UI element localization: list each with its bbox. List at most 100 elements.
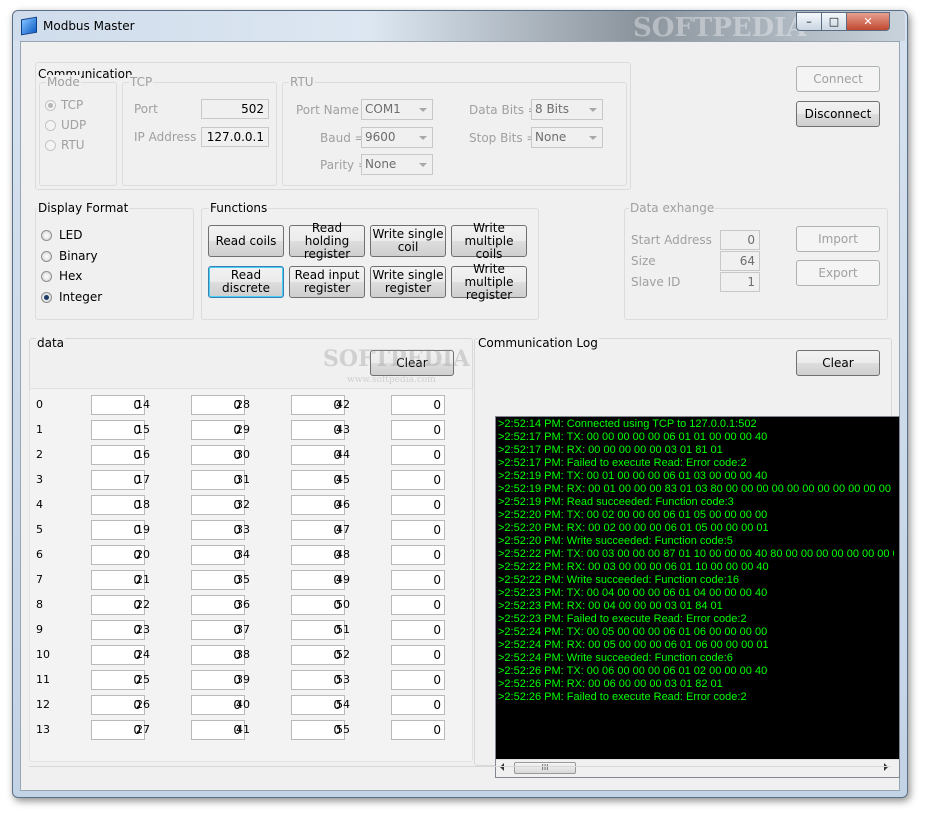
ip-address-field[interactable]: 127.0.0.1 [201, 127, 269, 147]
write-single-register-button[interactable]: Write single register [370, 266, 446, 298]
app-icon [21, 16, 37, 36]
minimize-button[interactable]: – [796, 12, 822, 31]
log-line: >2:52:24 PM: Write succeeded: Function c… [498, 652, 733, 664]
register-value-field[interactable]: 0 [391, 645, 445, 665]
register-value-field[interactable]: 0 [391, 445, 445, 465]
register-label: 23 [136, 623, 150, 636]
stop-bits-label: Stop Bits = [469, 131, 537, 145]
register-label: 32 [236, 498, 250, 511]
log-line: >2:52:23 PM: TX: 00 04 00 00 00 06 01 04… [498, 587, 768, 599]
read-holding-register-button[interactable]: Read holding register [289, 221, 365, 260]
log-line: >2:52:19 PM: TX: 00 01 00 00 00 06 01 03… [498, 470, 768, 482]
read-discrete-button[interactable]: Read discrete [208, 266, 284, 298]
data-exchange-title: Data exhange [629, 201, 716, 215]
scroll-left-icon[interactable] [500, 763, 504, 771]
write-multiple-coils-button[interactable]: Write multiple coils [451, 221, 527, 260]
register-value-field[interactable]: 0 [391, 520, 445, 540]
format-integer-radio[interactable] [41, 292, 52, 303]
watermark-url: www.softpedia.com [347, 375, 436, 385]
communication-log[interactable]: >2:52:14 PM: Connected using TCP to 127.… [495, 416, 900, 778]
register-value-field[interactable]: 0 [391, 495, 445, 515]
chevron-down-icon [419, 108, 427, 112]
register-label: 48 [336, 548, 350, 561]
register-label: 10 [36, 648, 50, 661]
register-label: 52 [336, 648, 350, 661]
format-led-radio[interactable] [41, 230, 52, 241]
log-line: >2:52:23 PM: Failed to execute Read: Err… [498, 613, 747, 625]
size-field[interactable]: 64 [720, 251, 760, 271]
baud-value: 9600 [365, 130, 396, 144]
write-multiple-register-button[interactable]: Write multiple register [451, 262, 527, 301]
scroll-thumb[interactable]: III [514, 762, 576, 774]
register-value-field[interactable]: 0 [391, 395, 445, 415]
log-line: >2:52:17 PM: TX: 00 00 00 00 00 06 01 01… [498, 431, 768, 443]
import-button[interactable]: Import [796, 226, 880, 252]
register-label: 55 [336, 723, 350, 736]
register-label: 44 [336, 448, 350, 461]
functions-title: Functions [209, 201, 269, 215]
data-exchange-group: Data exhange Start Address 0 Size 64 Sla… [624, 201, 888, 320]
register-label: 14 [136, 398, 150, 411]
write-single-coil-button[interactable]: Write single coil [370, 225, 446, 257]
format-binary-radio[interactable] [41, 251, 52, 262]
log-clear-button[interactable]: Clear [796, 350, 880, 376]
register-label: 1 [36, 423, 43, 436]
title-bar[interactable]: Modbus Master SOFTPEDIA – □ ✕ [13, 11, 905, 43]
tcp-group: TCP Port 502 IP Address 127.0.0.1 [122, 75, 277, 186]
read-input-register-button[interactable]: Read input register [289, 266, 365, 298]
parity-select[interactable]: None [361, 154, 433, 175]
log-line: >2:52:19 PM: Read succeeded: Function co… [498, 496, 734, 508]
log-line: >2:52:26 PM: TX: 00 06 00 00 00 06 01 02… [498, 665, 768, 677]
log-line: >2:52:26 PM: Failed to execute Read: Err… [498, 691, 747, 703]
register-label: 20 [136, 548, 150, 561]
register-label: 24 [136, 648, 150, 661]
connect-button[interactable]: Connect [796, 66, 880, 92]
register-value-field[interactable]: 0 [391, 470, 445, 490]
port-name-value: COM1 [365, 102, 401, 116]
register-value-field[interactable]: 0 [391, 420, 445, 440]
close-button[interactable]: ✕ [846, 12, 890, 31]
register-value-field[interactable]: 0 [391, 695, 445, 715]
format-led-label: LED [59, 228, 83, 242]
register-value-field[interactable]: 0 [391, 620, 445, 640]
register-label: 16 [136, 448, 150, 461]
parity-value: None [365, 157, 397, 171]
port-name-select[interactable]: COM1 [361, 99, 433, 120]
stop-bits-select[interactable]: None [531, 127, 603, 148]
register-label: 7 [36, 573, 43, 586]
log-line: >2:52:22 PM: TX: 00 03 00 00 00 87 01 10… [498, 548, 894, 560]
rtu-group: RTU Port Name = COM1 Baud = 9600 Parity … [282, 75, 627, 186]
register-label: 29 [236, 423, 250, 436]
format-hex-radio[interactable] [41, 271, 52, 282]
register-label: 2 [36, 448, 43, 461]
port-field[interactable]: 502 [201, 99, 269, 119]
register-value-field[interactable]: 0 [391, 595, 445, 615]
mode-udp-radio[interactable] [45, 120, 56, 131]
register-label: 9 [36, 623, 43, 636]
horizontal-scrollbar[interactable]: III [496, 759, 899, 777]
disconnect-button[interactable]: Disconnect [796, 101, 880, 127]
register-label: 45 [336, 473, 350, 486]
start-address-field[interactable]: 0 [720, 230, 760, 250]
register-label: 49 [336, 573, 350, 586]
register-value-field[interactable]: 0 [391, 545, 445, 565]
data-bits-select[interactable]: 8 Bits [531, 99, 603, 120]
register-value-field[interactable]: 0 [391, 670, 445, 690]
register-value-field[interactable]: 0 [391, 720, 445, 740]
register-value-field[interactable]: 0 [391, 570, 445, 590]
mode-udp-label: UDP [61, 118, 87, 132]
read-coils-button[interactable]: Read coils [208, 225, 284, 257]
watermark-overlay: SOFTPEDIA [323, 346, 470, 372]
maximize-button[interactable]: □ [821, 12, 847, 31]
baud-select[interactable]: 9600 [361, 127, 433, 148]
functions-group: Functions Read coils Read holding regist… [201, 201, 539, 320]
slave-id-field[interactable]: 1 [720, 272, 760, 292]
data-title: data [36, 336, 66, 350]
mode-rtu-radio[interactable] [45, 140, 56, 151]
format-hex-label: Hex [59, 269, 83, 283]
register-label: 22 [136, 598, 150, 611]
log-line: >2:52:20 PM: TX: 00 02 00 00 00 06 01 05… [498, 509, 768, 521]
export-button[interactable]: Export [796, 260, 880, 286]
scroll-right-icon[interactable] [884, 763, 888, 771]
mode-tcp-radio[interactable] [45, 100, 56, 111]
